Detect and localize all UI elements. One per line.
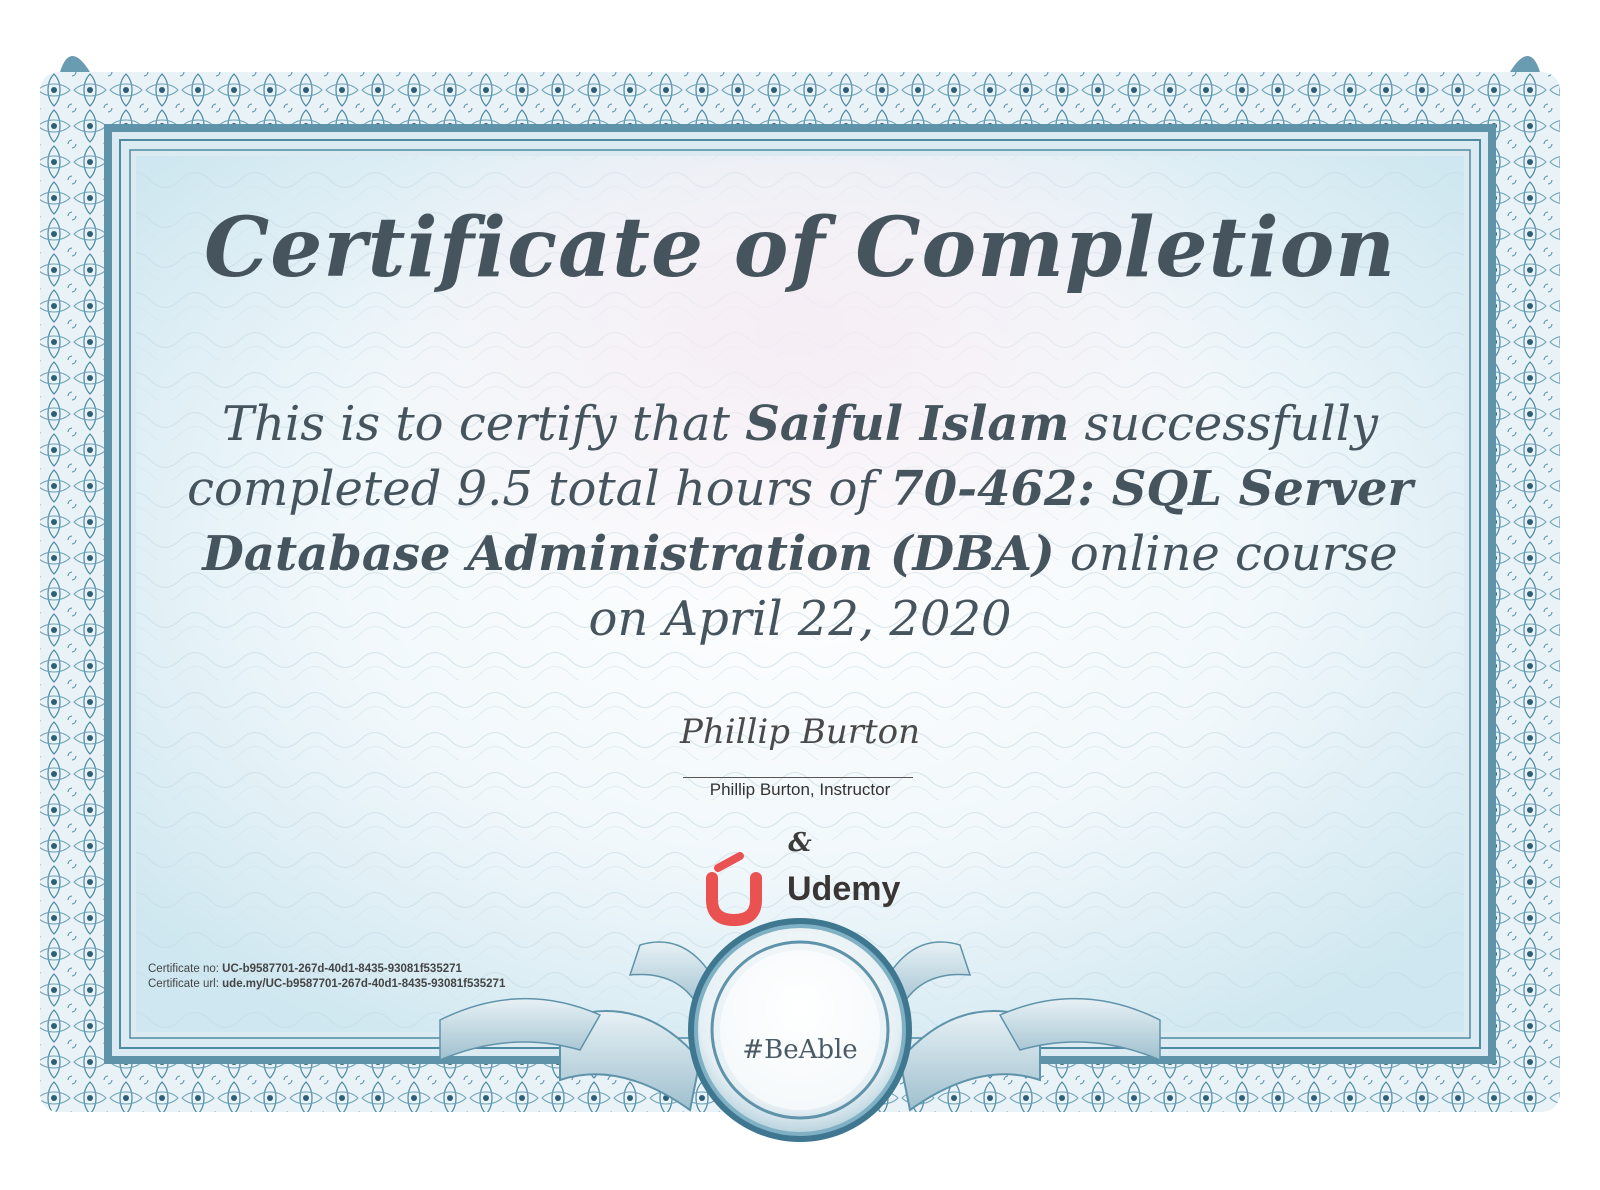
certificate-url-row: Certificate url: ude.my/UC-b9587701-267d… — [148, 977, 505, 992]
certificate-number-label: Certificate no: — [148, 963, 223, 975]
certificate-title: Certificate of Completion — [204, 200, 1396, 296]
certificate-number: UC-b9587701-267d-40d1-8435-93081f535271 — [222, 963, 462, 975]
student-name: Saiful Islam — [745, 396, 1070, 452]
certificate-url[interactable]: ude.my/UC-b9587701-267d-40d1-8435-93081f… — [222, 978, 505, 990]
certificate-number-row: Certificate no: UC-b9587701-267d-40d1-84… — [148, 962, 505, 977]
seal-text: #BeAble — [742, 1035, 858, 1065]
certificate-meta: Certificate no: UC-b9587701-267d-40d1-84… — [148, 962, 505, 992]
udemy-wordmark: Udemy — [787, 870, 901, 908]
certificate-url-label: Certificate url: — [148, 978, 223, 990]
certificate-statement: This is to certify that Saiful Islam suc… — [170, 392, 1430, 652]
signature-caption: Phillip Burton, Instructor — [709, 780, 891, 799]
statement-prefix: This is to certify that — [221, 396, 746, 452]
instructor-signature: Phillip Burton — [679, 712, 920, 752]
ampersand: & — [788, 828, 812, 858]
signature-line — [683, 777, 913, 778]
